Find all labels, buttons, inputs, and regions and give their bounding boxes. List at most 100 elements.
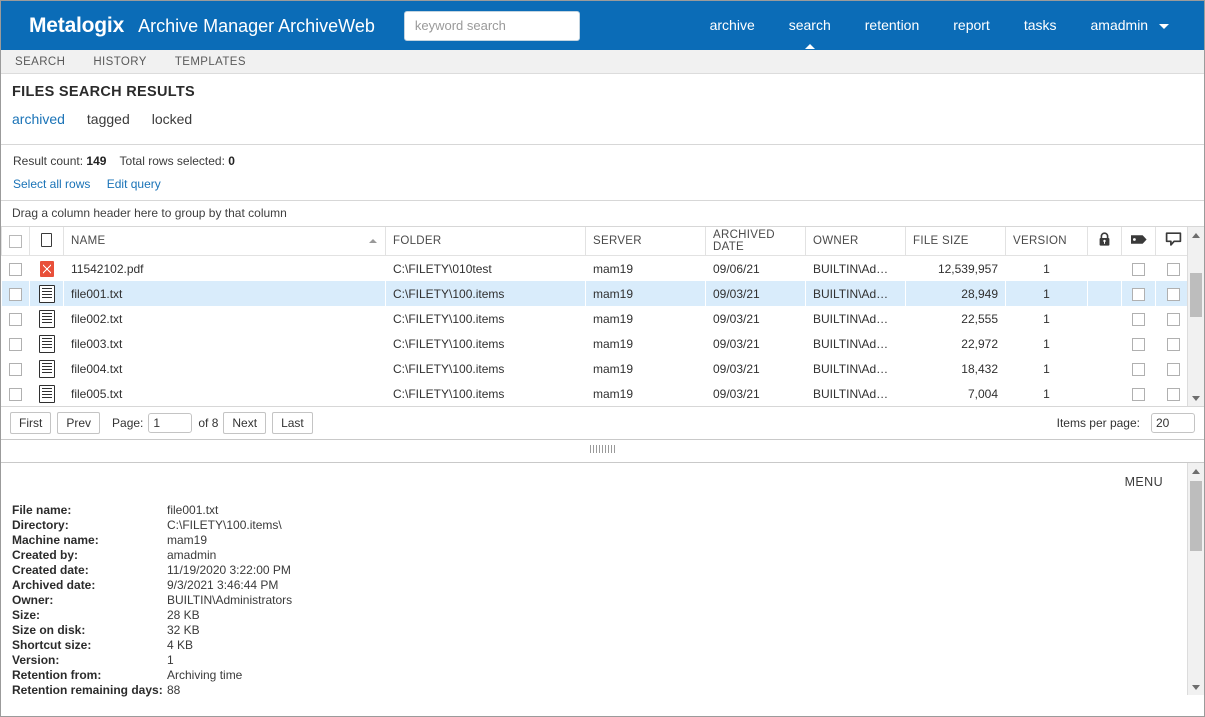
table-row[interactable]: 11542102.pdfC:\FILETY\010testmam1909/06/… xyxy=(2,256,1191,282)
tab-search[interactable]: SEARCH xyxy=(15,56,65,68)
select-all-rows-link[interactable]: Select all rows xyxy=(13,177,90,191)
table-row[interactable]: file005.txtC:\FILETY\100.itemsmam1909/03… xyxy=(2,381,1191,406)
tag-checkbox[interactable] xyxy=(1132,363,1145,376)
tag-checkbox[interactable] xyxy=(1132,263,1145,276)
row-checkbox[interactable] xyxy=(9,263,22,276)
cell-file-size: 7,004 xyxy=(906,381,1006,406)
detail-scroll-up-button[interactable] xyxy=(1188,463,1204,479)
cell-comment[interactable] xyxy=(1156,381,1191,406)
detail-scroll-down-button[interactable] xyxy=(1188,679,1204,695)
cell-comment[interactable] xyxy=(1156,306,1191,331)
table-row[interactable]: file002.txtC:\FILETY\100.itemsmam1909/03… xyxy=(2,306,1191,331)
cell-tagged[interactable] xyxy=(1122,331,1156,356)
cell-archived-date: 09/03/21 xyxy=(706,356,806,381)
cell-tagged[interactable] xyxy=(1122,356,1156,381)
cell-comment[interactable] xyxy=(1156,356,1191,381)
nav-item-archive[interactable]: archive xyxy=(693,1,772,50)
nav-item-tasks[interactable]: tasks xyxy=(1007,1,1074,50)
column-header-filetype[interactable] xyxy=(30,227,64,256)
column-header-file-size[interactable]: FILE SIZE xyxy=(906,227,1006,256)
cell-comment[interactable] xyxy=(1156,331,1191,356)
nav-item-search[interactable]: search xyxy=(772,1,848,50)
detail-key: Size: xyxy=(12,608,167,623)
cell-server: mam19 xyxy=(586,306,706,331)
items-per-page-input[interactable] xyxy=(1151,413,1195,433)
cell-locked xyxy=(1088,331,1122,356)
column-header-archived-date[interactable]: ARCHIVED DATE xyxy=(706,227,806,256)
comment-checkbox[interactable] xyxy=(1167,288,1180,301)
tag-checkbox[interactable] xyxy=(1132,338,1145,351)
filter-archived[interactable]: archived xyxy=(12,111,65,127)
group-by-dropzone[interactable]: Drag a column header here to group by th… xyxy=(1,200,1204,227)
column-header-version[interactable]: VERSION xyxy=(1006,227,1088,256)
user-menu[interactable]: amadmin xyxy=(1074,1,1186,50)
row-checkbox[interactable] xyxy=(9,338,22,351)
tab-history[interactable]: HISTORY xyxy=(93,56,147,68)
column-header-comment[interactable] xyxy=(1156,227,1191,256)
cell-comment[interactable] xyxy=(1156,281,1191,306)
row-filetype-cell xyxy=(30,381,64,406)
search-input[interactable] xyxy=(405,12,579,40)
cell-owner: BUILTIN\Admi... xyxy=(806,356,906,381)
column-header-folder[interactable]: FOLDER xyxy=(386,227,586,256)
row-select-cell[interactable] xyxy=(2,331,30,356)
scroll-down-button[interactable] xyxy=(1188,390,1204,406)
comment-checkbox[interactable] xyxy=(1167,388,1180,401)
detail-menu-button[interactable]: MENU xyxy=(1125,475,1163,489)
next-page-button[interactable]: Next xyxy=(223,412,266,434)
cell-version: 1 xyxy=(1006,356,1088,381)
row-filetype-cell xyxy=(30,356,64,381)
comment-checkbox[interactable] xyxy=(1167,363,1180,376)
cell-tagged[interactable] xyxy=(1122,381,1156,406)
grid-vertical-scrollbar[interactable] xyxy=(1187,227,1204,406)
comment-checkbox[interactable] xyxy=(1167,338,1180,351)
row-select-cell[interactable] xyxy=(2,281,30,306)
column-header-name[interactable]: NAME xyxy=(64,227,386,256)
column-header-tagged[interactable] xyxy=(1122,227,1156,256)
panel-splitter[interactable] xyxy=(1,440,1204,462)
row-select-cell[interactable] xyxy=(2,381,30,406)
cell-tagged[interactable] xyxy=(1122,306,1156,331)
row-checkbox[interactable] xyxy=(9,388,22,401)
first-page-button[interactable]: First xyxy=(10,412,51,434)
table-row[interactable]: file001.txtC:\FILETY\100.itemsmam1909/03… xyxy=(2,281,1191,306)
row-checkbox[interactable] xyxy=(9,288,22,301)
column-header-locked[interactable] xyxy=(1088,227,1122,256)
cell-comment[interactable] xyxy=(1156,256,1191,282)
filter-locked[interactable]: locked xyxy=(152,111,192,127)
select-all-checkbox[interactable] xyxy=(9,235,22,248)
page-number-input[interactable] xyxy=(148,413,192,433)
keyword-search-box[interactable] xyxy=(404,11,580,41)
prev-page-button[interactable]: Prev xyxy=(57,412,100,434)
edit-query-link[interactable]: Edit query xyxy=(107,177,161,191)
column-header-select-all[interactable] xyxy=(2,227,30,256)
nav-item-retention[interactable]: retention xyxy=(848,1,936,50)
comment-checkbox[interactable] xyxy=(1167,263,1180,276)
tag-checkbox[interactable] xyxy=(1132,313,1145,326)
row-select-cell[interactable] xyxy=(2,306,30,331)
cell-folder: C:\FILETY\100.items xyxy=(386,381,586,406)
tag-checkbox[interactable] xyxy=(1132,388,1145,401)
detail-scrollbar-thumb[interactable] xyxy=(1190,481,1202,551)
row-select-cell[interactable] xyxy=(2,356,30,381)
column-header-server[interactable]: SERVER xyxy=(586,227,706,256)
nav-item-report[interactable]: report xyxy=(936,1,1007,50)
cell-tagged[interactable] xyxy=(1122,256,1156,282)
last-page-button[interactable]: Last xyxy=(272,412,313,434)
tag-checkbox[interactable] xyxy=(1132,288,1145,301)
column-header-owner[interactable]: OWNER xyxy=(806,227,906,256)
table-row[interactable]: file004.txtC:\FILETY\100.itemsmam1909/03… xyxy=(2,356,1191,381)
row-select-cell[interactable] xyxy=(2,256,30,282)
cell-owner: BUILTIN\Admi... xyxy=(806,256,906,282)
comment-checkbox[interactable] xyxy=(1167,313,1180,326)
scrollbar-thumb[interactable] xyxy=(1190,273,1202,317)
scroll-up-button[interactable] xyxy=(1188,227,1204,243)
filter-tagged[interactable]: tagged xyxy=(87,111,130,127)
row-checkbox[interactable] xyxy=(9,313,22,326)
table-row[interactable]: file003.txtC:\FILETY\100.itemsmam1909/03… xyxy=(2,331,1191,356)
tab-templates[interactable]: TEMPLATES xyxy=(175,56,246,68)
row-checkbox[interactable] xyxy=(9,363,22,376)
cell-tagged[interactable] xyxy=(1122,281,1156,306)
detail-vertical-scrollbar[interactable] xyxy=(1187,463,1204,695)
user-menu-label: amadmin xyxy=(1091,17,1149,33)
